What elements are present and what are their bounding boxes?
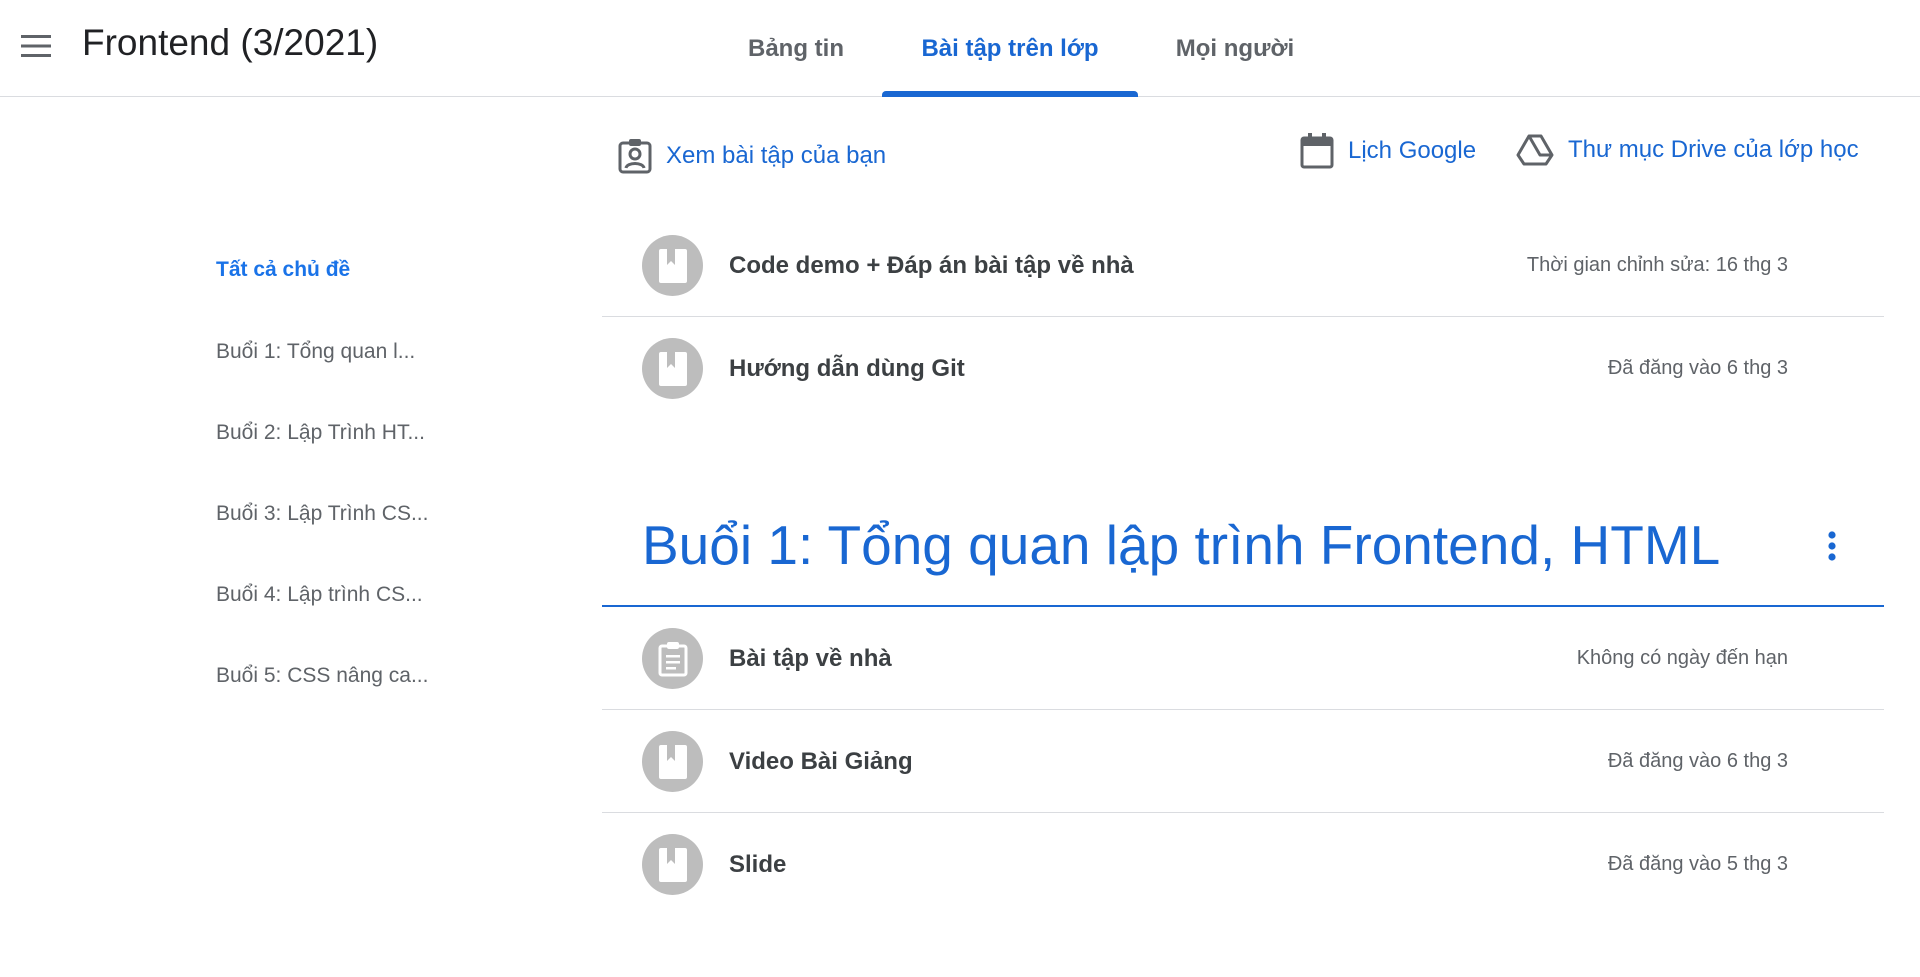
item-title: Video Bài Giảng [729,747,913,775]
item-title: Code demo + Đáp án bài tập về nhà [729,251,1134,279]
topic-session-2[interactable]: Buổi 2: Lập Trình HT... [216,418,425,448]
topic-session-1[interactable]: Buổi 1: Tổng quan l... [216,337,415,367]
assignment-ind-icon [618,139,652,174]
google-drive-icon [1516,134,1554,166]
material-icon [642,731,703,792]
material-icon [642,834,703,895]
tab-classwork[interactable]: Bài tập trên lớp [882,0,1138,97]
topic-session-3[interactable]: Buổi 3: Lập Trình CS... [216,499,428,529]
google-calendar-label: Lịch Google [1348,137,1477,164]
item-meta: Thời gian chỉnh sửa: 16 thg 3 [1526,254,1788,276]
material-icon [642,338,703,399]
more-vert-icon [1828,531,1836,561]
topic-more-options-button[interactable] [1814,526,1850,566]
list-item[interactable]: Hướng dẫn dùng Git Đã đăng vào 6 thg 3 [602,317,1884,420]
top-app-bar: Frontend (3/2021) Bảng tin Bài tập trên … [0,0,1920,97]
tab-stream[interactable]: Bảng tin [726,0,866,97]
list-item[interactable]: Code demo + Đáp án bài tập về nhà Thời g… [602,214,1884,317]
topic-session-4[interactable]: Buổi 4: Lập trình CS... [216,580,423,610]
tab-people[interactable]: Mọi người [1160,0,1310,97]
assignment-icon [642,628,703,689]
topic-heading: Buổi 1: Tổng quan lập trình Frontend, HT… [642,514,1721,576]
item-meta: Đã đăng vào 6 thg 3 [1607,357,1788,379]
list-item[interactable]: Bài tập về nhà Không có ngày đến hạn [602,607,1884,710]
topic-all[interactable]: Tất cả chủ đề [216,255,350,285]
view-your-work-label: Xem bài tập của bạn [666,142,887,169]
main-menu-button[interactable] [14,24,58,68]
item-meta: Đã đăng vào 6 thg 3 [1607,750,1788,772]
item-title: Slide [729,850,787,878]
view-your-work-link[interactable]: Xem bài tập của bạn [618,138,886,174]
active-tab-indicator [882,91,1138,97]
calendar-icon [1300,133,1334,169]
topic-section-header: Buổi 1: Tổng quan lập trình Frontend, HT… [602,500,1884,607]
class-drive-folder-link[interactable]: Thư mục Drive của lớp học [1516,133,1859,167]
google-calendar-link[interactable]: Lịch Google [1300,133,1476,169]
list-item[interactable]: Slide Đã đăng vào 5 thg 3 [602,813,1884,916]
list-item[interactable]: Video Bài Giảng Đã đăng vào 6 thg 3 [602,710,1884,813]
course-title[interactable]: Frontend (3/2021) [82,20,378,66]
item-title: Hướng dẫn dùng Git [729,354,965,382]
item-title: Bài tập về nhà [729,644,892,672]
hamburger-menu-icon [21,35,51,57]
item-meta: Đã đăng vào 5 thg 3 [1607,853,1788,875]
class-drive-folder-label: Thư mục Drive của lớp học [1568,136,1859,163]
item-meta: Không có ngày đến hạn [1576,647,1788,669]
topic-session-5[interactable]: Buổi 5: CSS nâng ca... [216,661,428,691]
material-icon [642,235,703,296]
